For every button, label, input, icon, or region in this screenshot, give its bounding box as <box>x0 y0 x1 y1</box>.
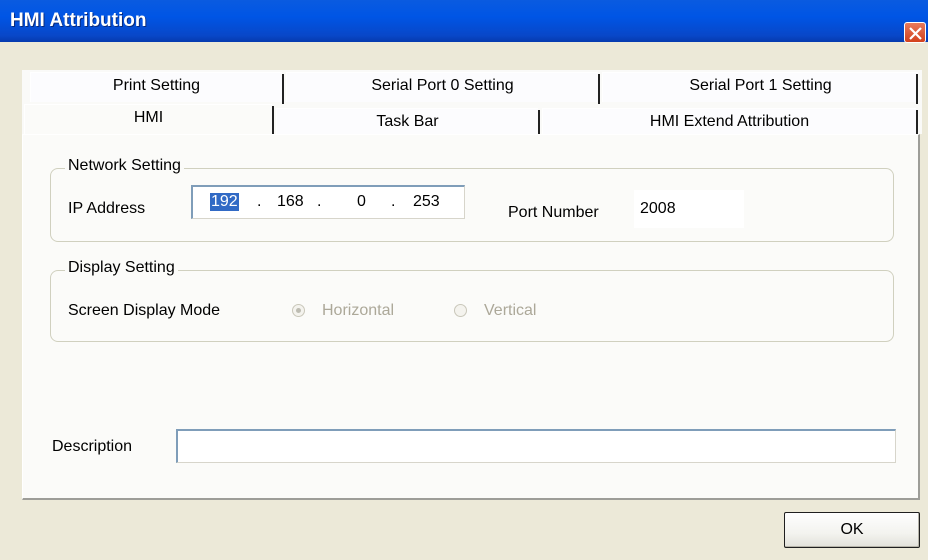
tab-divider <box>282 74 284 104</box>
tab-print-setting[interactable]: Print Setting <box>30 72 282 102</box>
ok-button[interactable]: OK <box>784 512 920 548</box>
tab-divider <box>272 106 274 134</box>
horizontal-radio[interactable] <box>292 304 305 317</box>
vertical-radio-label: Vertical <box>484 302 537 319</box>
tab-label: HMI <box>133 109 164 126</box>
ip-dot: . <box>391 193 396 210</box>
tab-divider <box>916 110 918 134</box>
port-number-label: Port Number <box>508 204 599 221</box>
title-bar[interactable]: HMI Attribution <box>0 0 928 43</box>
tab-divider <box>538 110 540 134</box>
tab-divider <box>598 74 600 104</box>
ip-dot: . <box>317 193 322 210</box>
port-number-input[interactable] <box>634 190 744 228</box>
close-button[interactable] <box>904 22 926 43</box>
dialog-window: HMI Attribution Print Setting Serial Por… <box>0 0 928 560</box>
tab-label: Task Bar <box>376 113 439 130</box>
tab-label: Serial Port 1 Setting <box>689 77 832 94</box>
ip-dot: . <box>257 193 262 210</box>
description-input[interactable] <box>176 429 896 463</box>
tab-hmi[interactable]: HMI <box>24 104 272 134</box>
tab-label: HMI Extend Attribution <box>649 113 810 130</box>
screen-display-mode-label: Screen Display Mode <box>68 302 221 319</box>
close-icon <box>909 27 922 40</box>
ip-address-input[interactable]: 192 . 168 . 0 . 253 <box>191 185 465 219</box>
tab-label: Serial Port 0 Setting <box>371 77 514 94</box>
tab-divider <box>916 74 918 104</box>
network-setting-legend: Network Setting <box>65 157 184 175</box>
display-setting-legend: Display Setting <box>65 259 178 277</box>
vertical-radio[interactable] <box>454 304 467 317</box>
description-label: Description <box>52 438 133 455</box>
window-title: HMI Attribution <box>10 10 147 31</box>
ip-address-label: IP Address <box>68 200 146 217</box>
radio-selected-dot <box>296 308 301 313</box>
tab-serial-port-1[interactable]: Serial Port 1 Setting <box>602 72 918 102</box>
tab-serial-port-0[interactable]: Serial Port 0 Setting <box>286 72 598 102</box>
ip-octet-2[interactable]: 168 <box>277 193 304 211</box>
ip-octet-4[interactable]: 253 <box>413 193 440 211</box>
network-setting-group: Network Setting <box>50 157 894 242</box>
tab-label: Print Setting <box>112 77 201 94</box>
ip-octet-3[interactable]: 0 <box>357 193 366 211</box>
ip-octet-1[interactable]: 192 <box>210 193 239 211</box>
horizontal-radio-label: Horizontal <box>322 302 395 319</box>
